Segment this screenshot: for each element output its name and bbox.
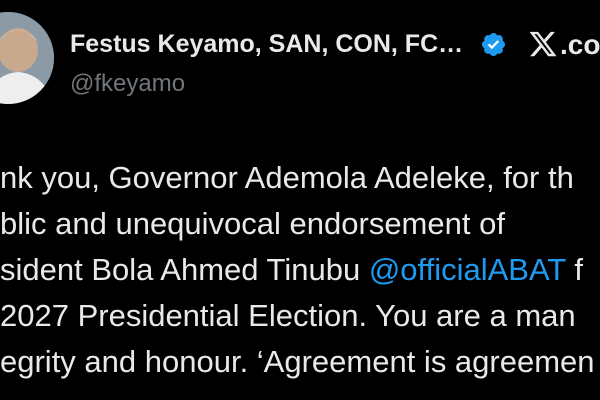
x-logo-icon[interactable] — [528, 29, 558, 59]
tweet-text-line-5: egrity and honour. ‘Agreement is agreeme… — [0, 344, 595, 379]
x-brand-domain: .co — [560, 29, 600, 60]
tweet-text-segment: sident Bola Ahmed Tinubu — [0, 252, 369, 287]
author-avatar[interactable] — [0, 12, 54, 104]
tweet-text-line-3: sident Bola Ahmed Tinubu @officialABAT f — [0, 254, 583, 285]
author-handle[interactable]: @fkeyamo — [70, 70, 185, 98]
verified-badge-icon — [481, 32, 506, 57]
tweet-text-line-4: 2027 Presidential Election. You are a ma… — [0, 298, 576, 333]
tweet-text-line-1: nk you, Governor Ademola Adeleke, for th — [0, 160, 574, 195]
tweet-text-line-2: blic and unequivocal endorsement of — [0, 206, 505, 241]
tweet-text-segment: f — [565, 252, 583, 287]
tweet-card: Festus Keyamo, SAN, CON, FC… @fkeyamo .c… — [0, 0, 600, 400]
profile-photo-icon — [0, 12, 54, 104]
mention-link[interactable]: @officialABAT — [369, 252, 566, 287]
author-display-name[interactable]: Festus Keyamo, SAN, CON, FC… — [70, 30, 463, 59]
